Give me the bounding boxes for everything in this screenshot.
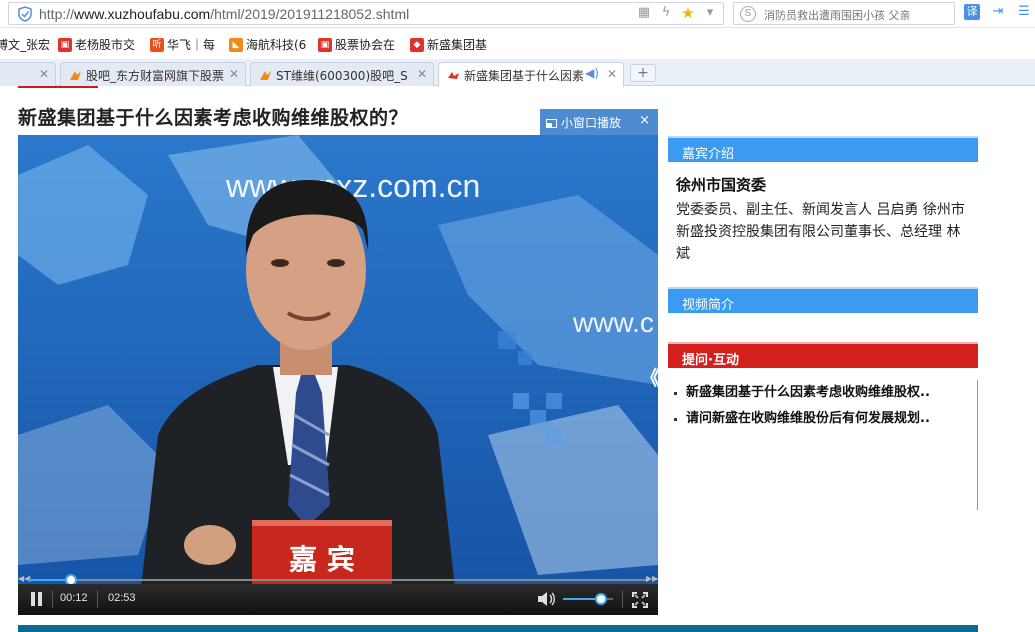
guest-description: 党委委员、副主任、新闻发言人 吕启勇 徐州市新盛投资控股集团有限公司董事长、总经… (676, 202, 965, 262)
bookmarks-bar: 博文_张宏 ▣ 老杨股市交 听华飞｜每 ◣ 海航科技(6 ▣ 股票协会在 ◆ 新盛集团基 (0, 31, 1035, 57)
menu-icon[interactable]: ☰ (1016, 4, 1032, 20)
close-icon[interactable]: × (639, 113, 650, 128)
bookmark-icon: ▣ (58, 37, 72, 52)
video-player[interactable]: www.cnxz.com.cn www.c 嘉 宾 (18, 135, 658, 615)
lightning-icon[interactable]: ϟ (659, 6, 673, 20)
speaker-icon[interactable]: ◀) (585, 66, 599, 80)
forward-icon[interactable]: ▶▶ (646, 574, 658, 583)
bookmark-item[interactable]: ◣ 海航科技(6 (229, 36, 306, 53)
star-icon[interactable]: ★ (681, 6, 695, 21)
guba-icon (70, 71, 81, 80)
bookmark-icon: ◆ (410, 37, 424, 52)
pause-icon[interactable] (30, 592, 44, 606)
qr-code-icon[interactable]: ▦ (637, 6, 651, 20)
backdrop-url-text-2: www.c (572, 307, 654, 338)
collapse-sidebar-icon[interactable]: 《 (640, 362, 660, 391)
fullscreen-icon[interactable] (632, 592, 648, 608)
page-title: 新盛集团基于什么因素考虑收购维维股权的？ (18, 107, 409, 129)
translate-icon[interactable]: 译 (964, 4, 980, 20)
search-engine-icon[interactable]: S (740, 6, 756, 22)
bookmark-icon: ◣ (229, 37, 243, 52)
volume-slider[interactable] (563, 593, 613, 605)
bookmark-item[interactable]: ▣ 老杨股市交 (58, 36, 135, 53)
tab-bar: ✕ 股吧_东方财富网旗下股票 ✕ ST维维(600300)股吧_S ✕ 新盛集团基于… (0, 59, 1035, 87)
bookmark-icon: ▣ (318, 37, 332, 52)
browser-tab[interactable]: ✕ (0, 62, 56, 86)
mini-window-button[interactable]: 小窗口播放 × (540, 109, 658, 135)
footer-bar (18, 625, 978, 632)
close-icon[interactable]: ✕ (39, 67, 49, 81)
bookmark-icon: 听 (150, 37, 164, 52)
bookmark-item[interactable]: ◆ 新盛集团基 (410, 36, 487, 53)
search-input[interactable]: 消防员救出遭雨围困小孩 父亲 (764, 7, 950, 23)
qa-item[interactable]: 请问新盛在收购维维股份后有何发展规划.. (668, 406, 968, 432)
chevron-down-icon[interactable]: ▾ (703, 6, 717, 20)
bookmark-item[interactable]: 听华飞｜每 (150, 36, 215, 53)
header-rule (18, 86, 98, 88)
browser-tab[interactable]: ST维维(600300)股吧_S ✕ (250, 62, 434, 86)
guba-icon (260, 71, 271, 80)
browser-tab[interactable]: 股吧_东方财富网旗下股票 ✕ (60, 62, 246, 86)
close-icon[interactable]: ✕ (607, 67, 617, 81)
login-icon[interactable]: ⇥ (990, 4, 1006, 20)
bookmark-item[interactable]: ▣ 股票协会在 (318, 36, 395, 53)
close-icon[interactable]: ✕ (229, 67, 239, 81)
nameplate-text: 嘉 宾 (289, 543, 355, 576)
search-field[interactable]: S 消防员救出遭雨围困小孩 父亲 (733, 2, 955, 25)
video-frame: www.cnxz.com.cn www.c 嘉 宾 (18, 135, 658, 615)
close-icon[interactable]: ✕ (417, 67, 427, 81)
guest-name: 徐州市国资委 (676, 176, 767, 194)
player-controls: 00:12 02:53 (18, 584, 658, 615)
shield-icon (18, 6, 32, 22)
mini-window-icon (546, 119, 557, 128)
guest-intro-header[interactable]: 嘉宾介绍 (668, 136, 978, 162)
news-icon (448, 72, 459, 79)
current-time: 00:12 (60, 592, 88, 604)
duration: 02:53 (108, 592, 136, 604)
qa-list: 新盛集团基于什么因素考虑收购维维股权.. 请问新盛在收购维维股份后有何发展规划.… (668, 380, 978, 510)
volume-icon[interactable] (537, 591, 555, 607)
browser-tab-active[interactable]: 新盛集团基于什么因素 ◀) ✕ (438, 62, 624, 87)
volume-knob[interactable] (594, 593, 607, 605)
address-bar: http://www.xuzhoufabu.com/html/2019/2019… (0, 0, 1035, 28)
bookmark-item[interactable]: 博文_张宏 (0, 36, 50, 53)
seek-bar[interactable]: ◀◀ ▶▶ (18, 574, 658, 586)
video-intro-header[interactable]: 视频简介 (668, 287, 978, 313)
new-tab-button[interactable]: + (630, 64, 656, 82)
url-field[interactable]: http://www.xuzhoufabu.com/html/2019/2019… (8, 2, 724, 25)
url-text: http://www.xuzhoufabu.com/html/2019/2019… (39, 6, 410, 22)
qa-item[interactable]: 新盛集团基于什么因素考虑收购维维股权.. (668, 380, 968, 406)
qa-header[interactable]: 提问·互动 (668, 342, 978, 368)
